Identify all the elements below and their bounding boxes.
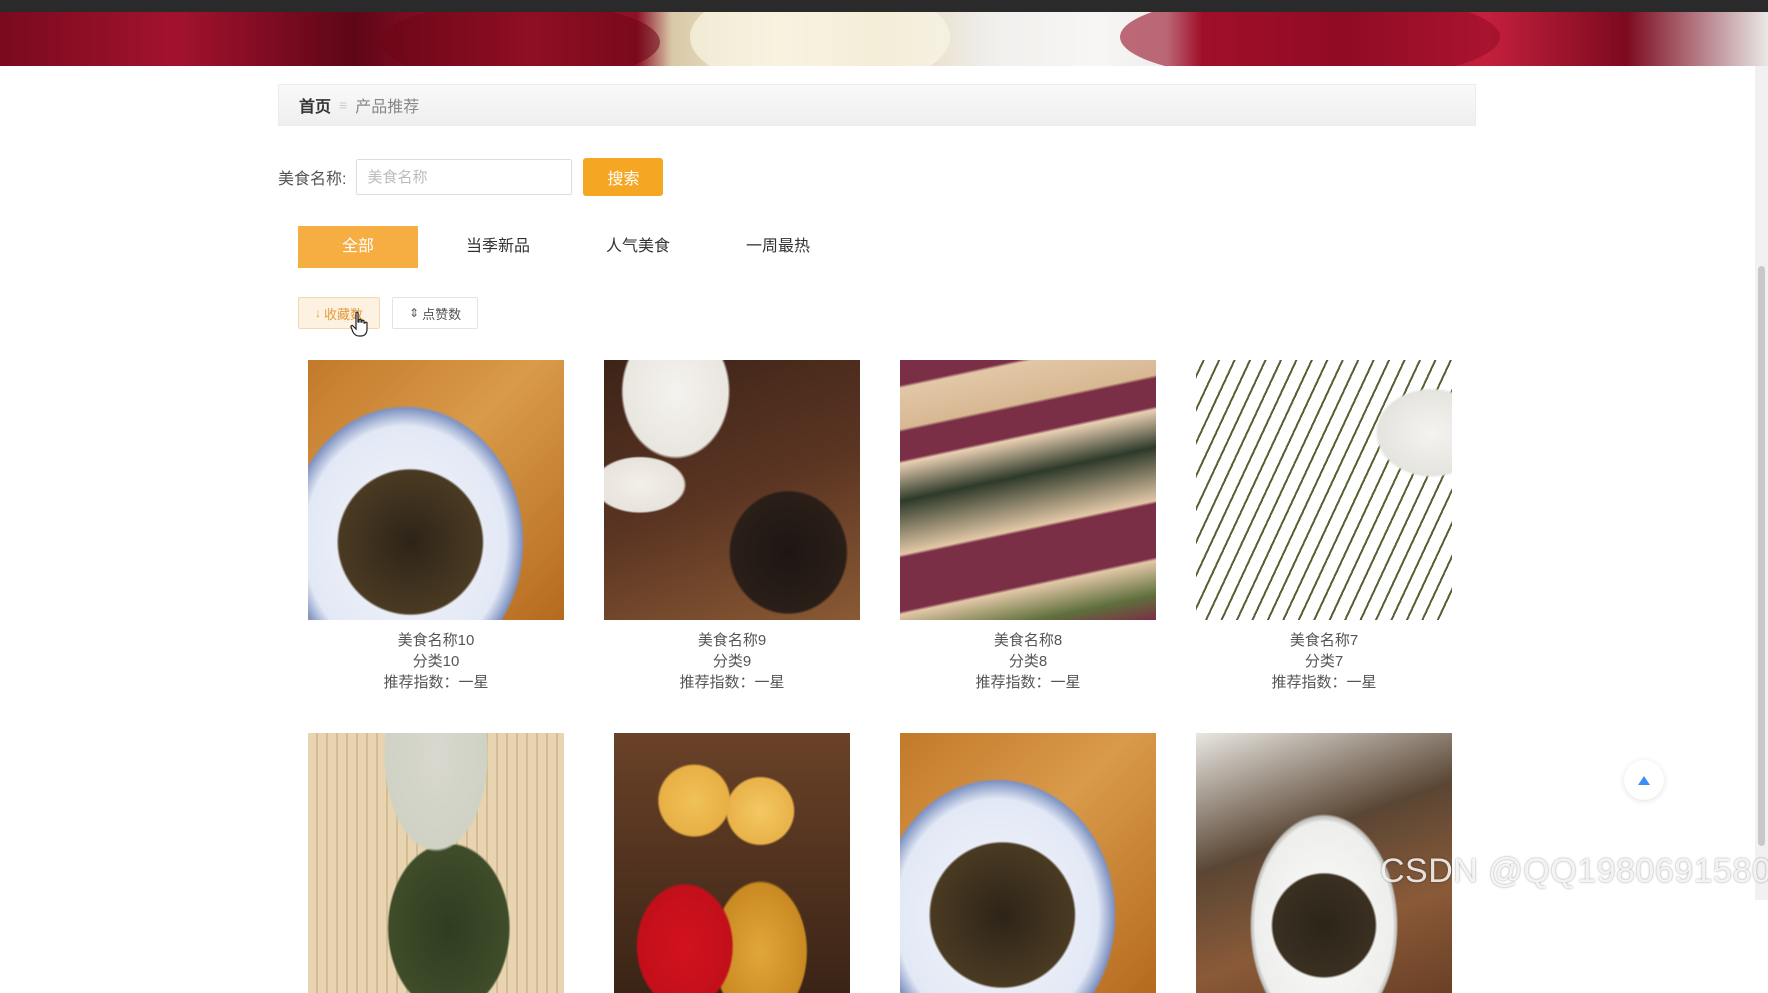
search-label: 美食名称: <box>278 171 347 188</box>
product-card[interactable]: 美食名称8 分类8 推荐指数：一星 <box>900 360 1156 693</box>
product-rating: 推荐指数：一星 <box>1271 674 1377 691</box>
product-category: 分类7 <box>1304 653 1344 670</box>
product-card[interactable]: 美食名称9 分类9 推荐指数：一星 <box>604 360 860 693</box>
product-name: 美食名称7 <box>1289 632 1359 649</box>
watermark: CSDN @QQ1980691580 <box>1380 852 1768 890</box>
search-button[interactable]: 搜索 <box>583 158 664 196</box>
sort-label-likes: 点赞数 <box>422 306 462 322</box>
banner-image <box>0 12 1768 66</box>
product-image[interactable] <box>308 360 564 620</box>
product-card[interactable]: 美食名称10 分类10 推荐指数：一星 <box>308 360 564 693</box>
sort-icon: ⇕ <box>409 306 420 320</box>
product-image[interactable] <box>308 733 564 993</box>
breadcrumb-separator-icon: ≡ <box>339 97 348 113</box>
product-name: 美食名称9 <box>697 632 767 649</box>
arrow-up-icon <box>1638 775 1650 785</box>
product-category: 分类9 <box>712 653 752 670</box>
product-card[interactable] <box>900 733 1156 993</box>
sort-by-likes-button[interactable]: ⇕ 点赞数 <box>392 297 479 329</box>
product-card[interactable]: 美食名称7 分类7 推荐指数：一星 <box>1196 360 1452 693</box>
product-image[interactable] <box>1196 360 1452 620</box>
product-name: 美食名称10 <box>397 632 475 649</box>
product-rating: 推荐指数：一星 <box>679 674 785 691</box>
breadcrumb-current: 产品推荐 <box>355 99 420 116</box>
arrow-down-icon: ↓ <box>315 306 321 320</box>
product-rating: 推荐指数：一星 <box>383 674 489 691</box>
product-category: 分类8 <box>1008 653 1048 670</box>
product-image[interactable] <box>900 360 1156 620</box>
product-card[interactable] <box>614 733 850 993</box>
product-name: 美食名称8 <box>993 632 1063 649</box>
scrollbar-thumb[interactable] <box>1758 266 1765 846</box>
category-tabs: 全部 当季新品 人气美食 一周最热 <box>298 226 858 268</box>
hand-cursor-icon <box>350 311 368 337</box>
search-input[interactable] <box>356 159 573 195</box>
tab-new-season[interactable]: 当季新品 <box>438 226 558 268</box>
tab-all[interactable]: 全部 <box>298 226 418 268</box>
product-category: 分类10 <box>412 653 460 670</box>
search-bar: 美食名称: 搜索 <box>278 158 664 196</box>
sort-bar: ↓ 收藏数 ⇕ 点赞数 <box>298 297 490 329</box>
top-strip <box>0 0 1768 12</box>
product-card[interactable] <box>308 733 564 993</box>
page-scrollbar[interactable] <box>1755 66 1768 900</box>
tab-weekly-hot[interactable]: 一周最热 <box>718 226 838 268</box>
breadcrumb: 首页 ≡ 产品推荐 <box>278 84 1476 126</box>
back-to-top-button[interactable] <box>1624 760 1664 800</box>
product-image[interactable] <box>900 733 1156 993</box>
product-image[interactable] <box>614 733 850 993</box>
breadcrumb-home[interactable]: 首页 <box>299 93 331 117</box>
product-image[interactable] <box>604 360 860 620</box>
tab-popular[interactable]: 人气美食 <box>578 226 698 268</box>
product-rating: 推荐指数：一星 <box>975 674 1081 691</box>
